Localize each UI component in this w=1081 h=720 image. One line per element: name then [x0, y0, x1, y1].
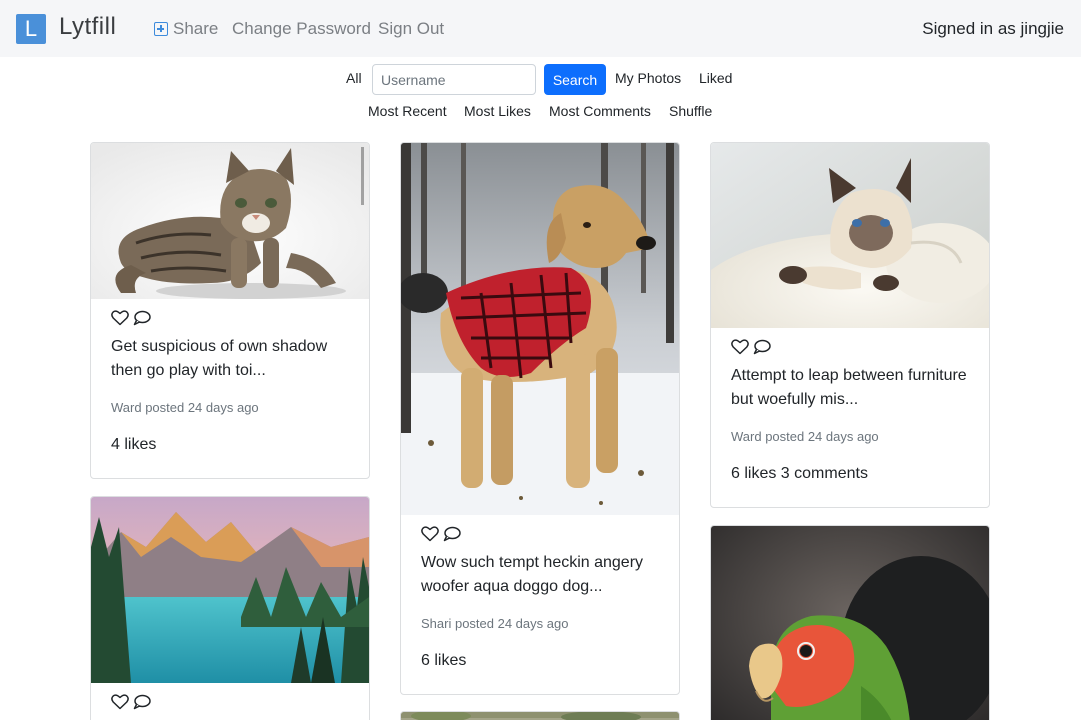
filter-all-link[interactable]: All [346, 70, 362, 86]
post-card: Attempt to leap between furniture but wo… [710, 142, 990, 508]
post-stats: 6 likes [421, 652, 467, 669]
post-image[interactable] [401, 143, 679, 515]
post-meta: Shari posted 24 days ago [421, 616, 569, 631]
comment-outline-icon[interactable] [753, 339, 771, 355]
logo[interactable]: L [16, 14, 46, 44]
post-caption: Wow such tempt heckin angery woofer aqua… [421, 554, 644, 595]
change-password-link[interactable]: Change Password [232, 19, 371, 39]
comment-outline-icon[interactable] [133, 694, 151, 710]
signed-in-text: Signed in as jingjie [922, 19, 1064, 38]
post-stats: 4 likes [111, 436, 157, 453]
sign-out-link[interactable]: Sign Out [378, 19, 444, 39]
post-caption: Get suspicious of own shadow then go pla… [111, 338, 328, 379]
post-card [710, 525, 990, 720]
post-card [90, 496, 370, 720]
sort-most-likes-link[interactable]: Most Likes [464, 103, 531, 119]
plus-square-icon [154, 22, 168, 36]
my-photos-link[interactable]: My Photos [615, 70, 681, 86]
post-card [400, 711, 680, 720]
share-label: Share [173, 19, 219, 38]
post-meta: Ward posted 24 days ago [731, 429, 879, 444]
liked-link[interactable]: Liked [699, 70, 732, 86]
post-image[interactable] [711, 143, 989, 328]
heart-outline-icon[interactable] [731, 339, 749, 355]
sort-most-recent-link[interactable]: Most Recent [368, 103, 447, 119]
post-meta: Ward posted 24 days ago [111, 400, 259, 415]
post-image[interactable] [91, 143, 369, 299]
heart-outline-icon[interactable] [421, 526, 439, 542]
username-search-input[interactable] [372, 64, 536, 95]
post-card: Wow such tempt heckin angery woofer aqua… [400, 142, 680, 695]
heart-outline-icon[interactable] [111, 694, 129, 710]
post-stats: 6 likes 3 comments [731, 465, 868, 482]
post-card: Get suspicious of own shadow then go pla… [90, 142, 370, 479]
post-image[interactable] [711, 526, 989, 720]
search-button[interactable]: Search [544, 64, 606, 95]
heart-outline-icon[interactable] [111, 310, 129, 326]
comment-outline-icon[interactable] [133, 310, 151, 326]
sort-most-comments-link[interactable]: Most Comments [549, 103, 651, 119]
share-link[interactable]: Share [154, 19, 218, 39]
post-image[interactable] [401, 712, 679, 720]
logo-letter: L [24, 16, 38, 41]
navbar: L Lytfill Share Change Password Sign Out… [0, 0, 1081, 57]
comment-outline-icon[interactable] [443, 526, 461, 542]
brand-name[interactable]: Lytfill [59, 13, 116, 41]
post-image[interactable] [91, 497, 369, 683]
shuffle-link[interactable]: Shuffle [669, 103, 712, 119]
post-caption: Attempt to leap between furniture but wo… [731, 367, 967, 408]
